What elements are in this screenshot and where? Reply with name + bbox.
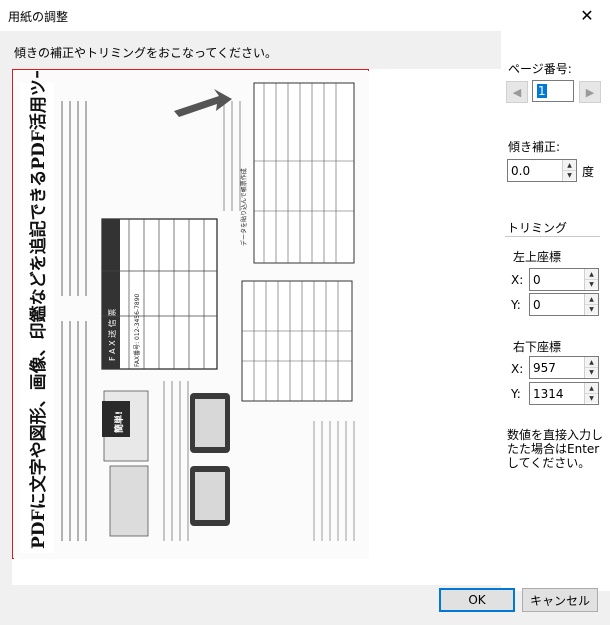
spin-down-icon[interactable]: ▼ xyxy=(585,367,598,377)
bottom-right-y-label: Y: xyxy=(511,387,521,401)
top-left-y-label: Y: xyxy=(511,298,521,312)
spin-down-icon[interactable]: ▼ xyxy=(585,304,598,314)
page-number-input[interactable]: 1 xyxy=(532,80,574,102)
cancel-button[interactable]: キャンセル xyxy=(522,588,598,612)
chevron-right-icon: ▶ xyxy=(585,85,595,99)
spin-up-icon[interactable]: ▲ xyxy=(585,383,598,393)
top-left-y-input[interactable]: 0 ▲ ▼ xyxy=(529,293,599,316)
trimming-divider xyxy=(505,236,600,237)
page-number-label: ページ番号: xyxy=(508,62,572,76)
scan-fax-number: FAX番号: 012-3456-7890 xyxy=(134,293,141,367)
tilt-label: 傾き補正: xyxy=(508,140,561,154)
tilt-input[interactable]: 0.0 ▲ ▼ xyxy=(507,159,577,182)
prev-page-button[interactable]: ◀ xyxy=(506,81,528,103)
spin-down-icon[interactable]: ▼ xyxy=(585,393,598,403)
spin-down-icon[interactable]: ▼ xyxy=(585,279,598,289)
close-icon[interactable]: ✕ xyxy=(564,0,610,31)
spin-down-icon[interactable]: ▼ xyxy=(563,170,576,180)
chevron-left-icon: ◀ xyxy=(512,85,522,99)
scan-callout: データを貼り込んで帳票作成 xyxy=(240,168,248,246)
spin-up-icon[interactable]: ▲ xyxy=(563,160,576,170)
scan-headline: PDFに文字や図形、画像、印鑑などを追記できるPDF活用ツールです。 xyxy=(28,71,49,549)
window-title: 用紙の調整 xyxy=(8,10,69,24)
bottom-right-x-input[interactable]: 957 ▲ ▼ xyxy=(529,356,599,379)
tilt-unit: 度 xyxy=(582,165,595,179)
instruction-text: 傾きの補正やトリミングをおこなってください。 xyxy=(14,46,278,60)
top-left-x-input[interactable]: 0 ▲ ▼ xyxy=(529,268,599,291)
scan-fax-title: F A X 送 信 票 xyxy=(107,309,117,361)
enter-hint-text: 数値を直接入力したた場合はEnterしてください。 xyxy=(507,428,604,470)
spin-up-icon[interactable]: ▲ xyxy=(585,357,598,367)
page-preview: PDFに文字や図形、画像、印鑑などを追記できるPDF活用ツールです。 F A X… xyxy=(12,69,501,585)
scanned-page: PDFに文字や図形、画像、印鑑などを追記できるPDF活用ツールです。 F A X… xyxy=(14,71,369,559)
top-left-x-label: X: xyxy=(511,273,524,287)
top-left-label: 左上座標 xyxy=(513,250,562,264)
ok-button[interactable]: OK xyxy=(439,588,515,612)
spin-up-icon[interactable]: ▲ xyxy=(585,269,598,279)
next-page-button[interactable]: ▶ xyxy=(579,81,601,103)
bottom-right-y-input[interactable]: 1314 ▲ ▼ xyxy=(529,382,599,405)
trimming-label: トリミング xyxy=(507,221,568,235)
crop-frame[interactable]: PDFに文字や図形、画像、印鑑などを追記できるPDF活用ツールです。 F A X… xyxy=(12,69,369,559)
scan-simple-badge: 簡単! xyxy=(113,411,125,433)
bottom-right-x-label: X: xyxy=(511,362,524,376)
spin-up-icon[interactable]: ▲ xyxy=(585,294,598,304)
bottom-right-label: 右下座標 xyxy=(513,340,562,354)
title-bar: 用紙の調整 ✕ xyxy=(0,0,610,31)
